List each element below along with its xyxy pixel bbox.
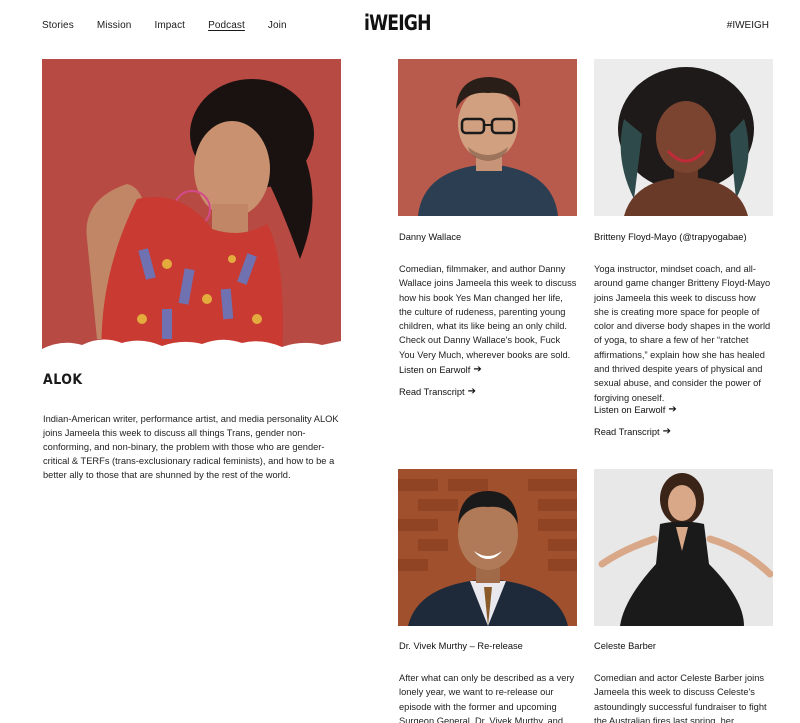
- episode-name[interactable]: Celeste Barber: [594, 641, 656, 651]
- link-label: Read Transcript: [399, 387, 465, 397]
- nav-podcast[interactable]: Podcast: [208, 20, 245, 31]
- read-transcript-link[interactable]: Read Transcript ➔: [399, 386, 477, 398]
- episode-description: Comedian, filmmaker, and author Danny Wa…: [399, 264, 577, 360]
- danny-wallace-photo[interactable]: [398, 59, 577, 216]
- celeste-barber-photo[interactable]: [594, 469, 773, 626]
- hashtag-link[interactable]: #IWEIGH: [727, 20, 769, 31]
- nav-mission[interactable]: Mission: [97, 20, 132, 31]
- link-label: Listen on Earwolf: [399, 365, 471, 375]
- episode-name[interactable]: Britteny Floyd-Mayo (@trapyogabae): [594, 232, 747, 242]
- link-label: Listen on Earwolf: [594, 405, 666, 415]
- episode-description: Comedian and actor Celeste Barber joins …: [594, 673, 767, 723]
- nav-impact[interactable]: Impact: [154, 20, 185, 31]
- listen-on-earwolf-link[interactable]: Listen on Earwolf ➔: [594, 404, 677, 416]
- arrow-right-icon: ➔: [467, 386, 477, 397]
- arrow-right-icon: ➔: [662, 426, 672, 437]
- episode-name[interactable]: Danny Wallace: [399, 232, 461, 242]
- episode-description: After what can only be described as a ve…: [399, 673, 575, 723]
- episode-name[interactable]: Dr. Vivek Murthy – Re-release: [399, 641, 523, 651]
- site-logo[interactable]: iWEIGH: [364, 11, 432, 35]
- britteny-floyd-mayo-photo[interactable]: [594, 59, 773, 216]
- link-label: Read Transcript: [594, 427, 660, 437]
- arrow-right-icon: ➔: [668, 404, 677, 415]
- arrow-right-icon: ➔: [473, 364, 482, 375]
- nav-join[interactable]: Join: [268, 20, 287, 31]
- nav-stories[interactable]: Stories: [42, 20, 74, 31]
- alok-photo[interactable]: [42, 59, 341, 364]
- episode-description: Yoga instructor, mindset coach, and all-…: [594, 264, 771, 403]
- main-nav: Stories Mission Impact Podcast Join: [42, 20, 310, 31]
- read-transcript-link[interactable]: Read Transcript ➔: [594, 426, 672, 438]
- vivek-murthy-photo[interactable]: [398, 469, 577, 626]
- featured-description: Indian-American writer, performance arti…: [43, 414, 339, 480]
- featured-title[interactable]: ALOK: [43, 372, 83, 388]
- listen-on-earwolf-link[interactable]: Listen on Earwolf ➔: [399, 364, 482, 376]
